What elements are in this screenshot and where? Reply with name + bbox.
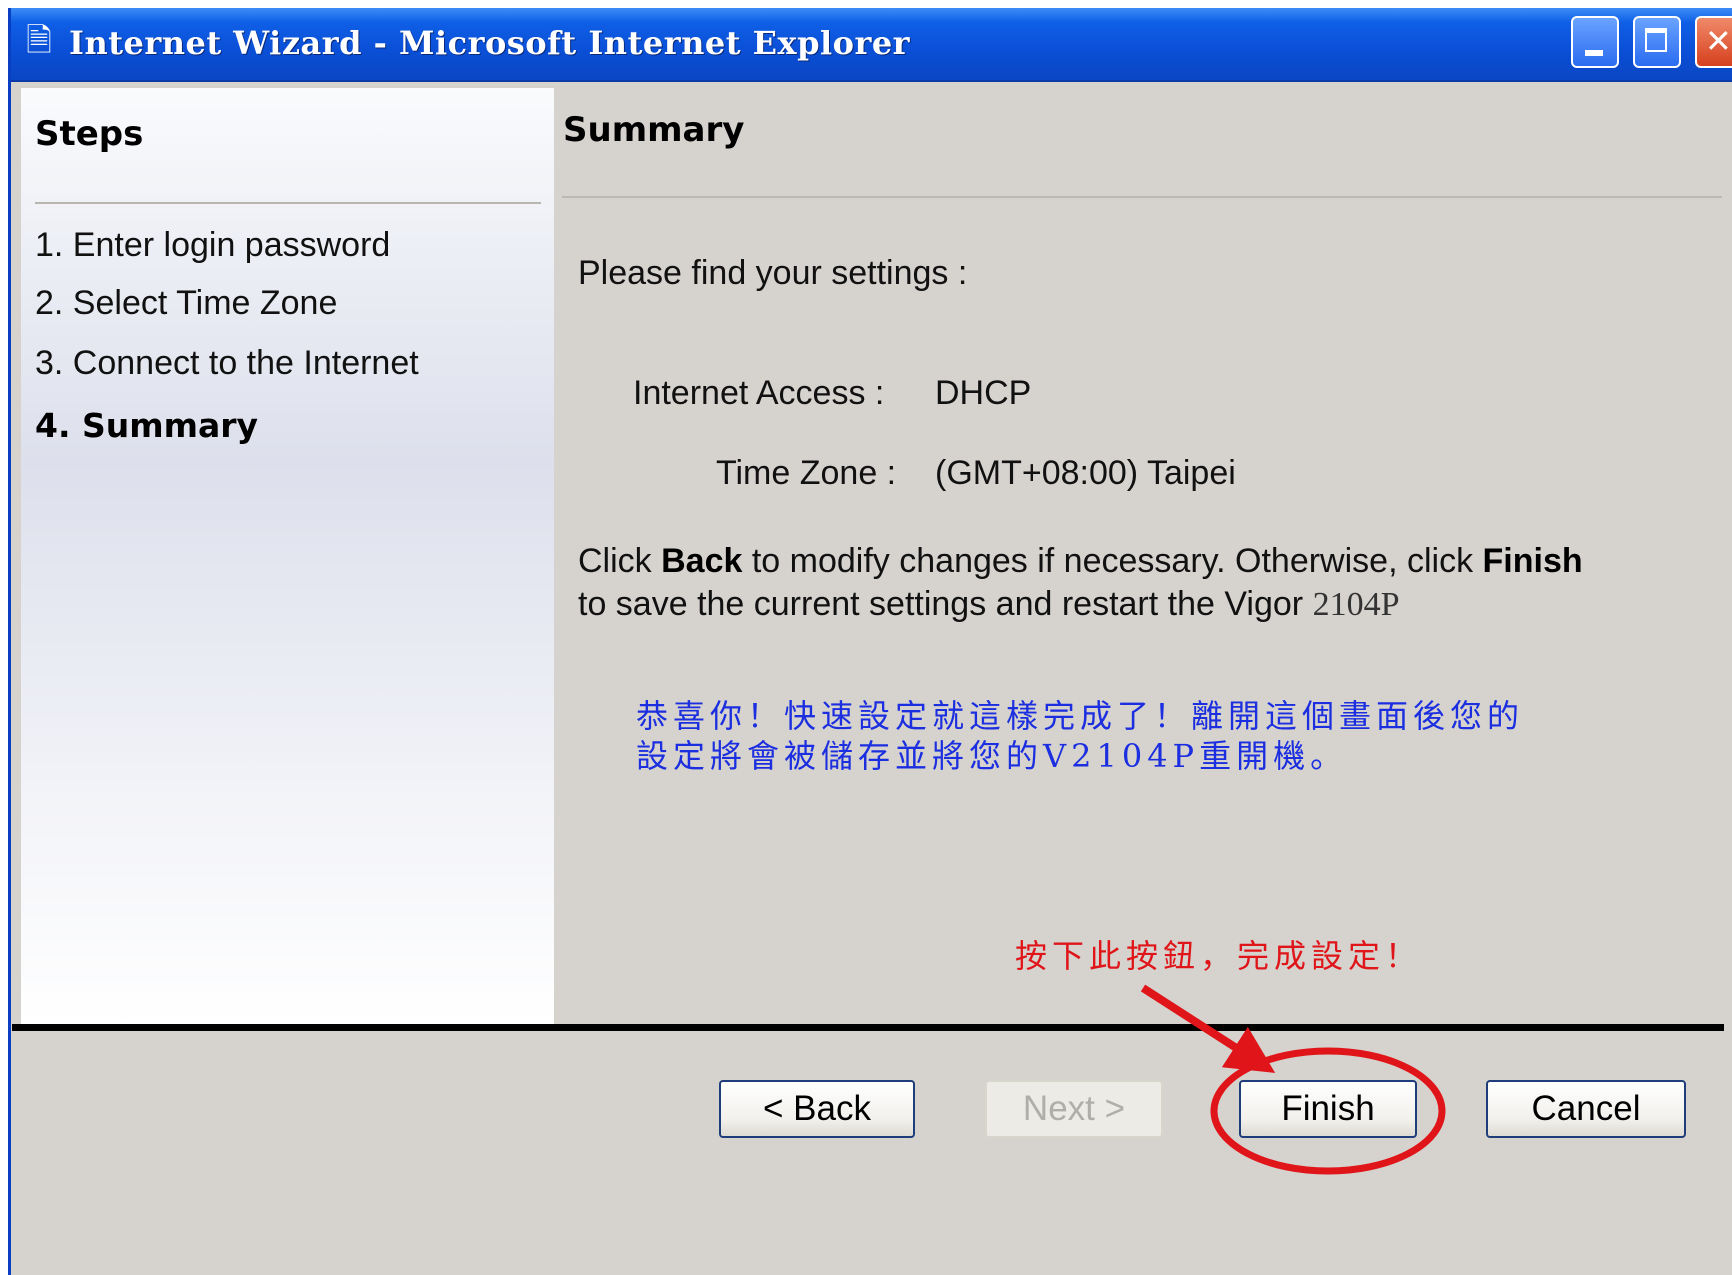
internet-access-value: DHCP (935, 374, 1032, 412)
finish-button[interactable]: Finish (1239, 1080, 1417, 1138)
maximize-icon[interactable] (1633, 16, 1681, 68)
steps-divider (35, 202, 541, 204)
completion-note-line: 恭喜你！快速設定就這樣完成了！離開這個畫面後您的 (636, 697, 1525, 735)
next-button: Next > (985, 1080, 1163, 1138)
close-icon[interactable] (1695, 16, 1732, 68)
title-bar[interactable]: 🗎 Internet Wizard - Microsoft Internet E… (11, 8, 1732, 82)
back-button[interactable]: < Back (719, 1080, 915, 1138)
instruction-line-1: Click Back to modify changes if necessar… (578, 542, 1583, 581)
completion-note-line: 設定將會被儲存並將您的V2104P重開機。 (636, 737, 1348, 775)
step-item-summary: 4. Summary (35, 406, 259, 445)
page-title: Summary (563, 110, 745, 150)
step-item-login-password: 1. Enter login password (35, 226, 391, 264)
time-zone-value: (GMT+08:00) Taipei (935, 454, 1236, 492)
time-zone-label: Time Zone : (716, 454, 897, 492)
steps-heading: Steps (35, 114, 144, 154)
instruction-text: to modify changes if necessary. Otherwis… (751, 542, 1474, 580)
steps-panel: Steps 1. Enter login password 2. Select … (21, 88, 554, 1026)
minimize-icon[interactable] (1571, 16, 1619, 68)
instruction-finish-keyword: Finish (1482, 542, 1583, 580)
instruction-line-2: to save the current settings and restart… (578, 585, 1399, 624)
summary-divider (562, 196, 1722, 198)
completion-note: 恭喜你！快速設定就這樣完成了！離開這個畫面後您的 設定將會被儲存並將您的V210… (636, 696, 1524, 776)
instruction-text: to save the current settings and restart… (578, 585, 1304, 623)
step-item-connect: 3. Connect to the Internet (35, 344, 419, 382)
button-bar-divider (12, 1024, 1724, 1031)
ie-page-icon: 🗎 (26, 21, 52, 59)
instruction-text: Click (578, 542, 652, 580)
model-name: 2104P (1312, 586, 1400, 623)
step-item-time-zone: 2. Select Time Zone (35, 284, 338, 322)
annotation-label: 按下此按鈕，完成設定！ (1015, 937, 1423, 975)
window-title: Internet Wizard - Microsoft Internet Exp… (69, 24, 911, 62)
settings-intro: Please find your settings : (578, 254, 968, 292)
internet-access-label: Internet Access : (633, 374, 885, 412)
instruction-back-keyword: Back (661, 542, 743, 580)
cancel-button[interactable]: Cancel (1486, 1080, 1686, 1138)
